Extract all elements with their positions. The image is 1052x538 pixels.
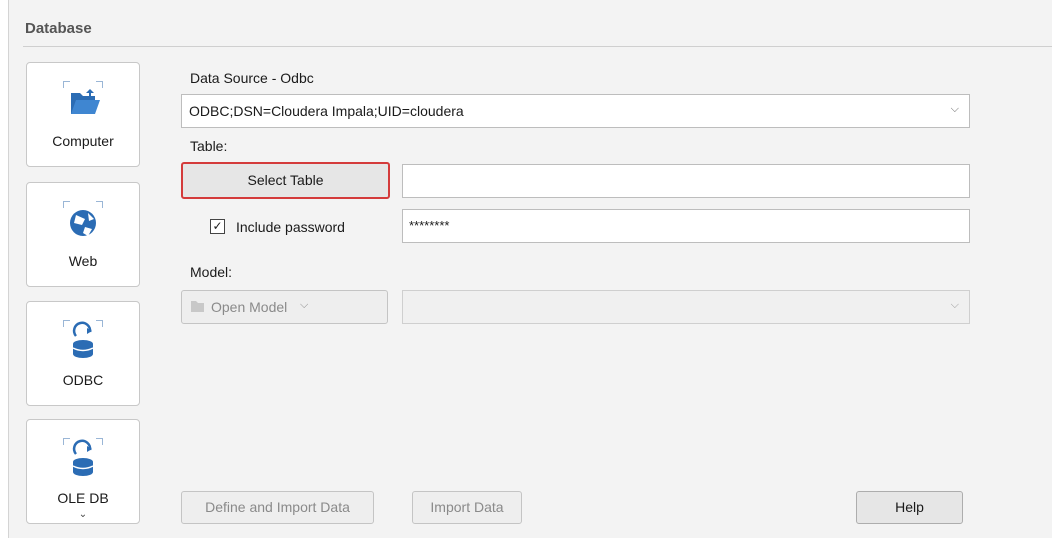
table-label: Table:	[190, 138, 228, 154]
chevron-down-icon: ⌵	[300, 299, 309, 311]
database-panel: Database Computer Web ODBC OLE DB ⌄ Data…	[8, 0, 1052, 538]
source-oledb-button[interactable]: OLE DB ⌄	[26, 419, 140, 524]
model-select[interactable]: ⌵	[402, 290, 970, 324]
source-computer-button[interactable]: Computer	[26, 62, 140, 167]
database-refresh-icon	[63, 320, 103, 360]
chevron-down-icon: ⌵	[950, 299, 959, 311]
source-oledb-label: OLE DB	[57, 490, 109, 506]
source-computer-label: Computer	[52, 133, 114, 149]
data-source-value: ODBC;DSN=Cloudera Impala;UID=cloudera	[189, 103, 464, 119]
database-refresh-icon	[63, 438, 103, 478]
source-web-button[interactable]: Web	[26, 182, 140, 287]
source-web-label: Web	[68, 253, 98, 269]
source-odbc-button[interactable]: ODBC	[26, 301, 140, 406]
folder-open-icon	[63, 81, 103, 121]
open-file-icon	[190, 299, 206, 313]
password-value: ********	[409, 218, 450, 233]
open-model-button[interactable]: Open Model ⌵	[181, 290, 388, 324]
chevron-down-icon[interactable]: ⌄	[27, 509, 139, 520]
include-password-checkbox[interactable]: ✓	[210, 219, 225, 234]
globe-icon	[63, 201, 103, 241]
help-button[interactable]: Help	[856, 491, 963, 524]
source-odbc-label: ODBC	[62, 372, 104, 388]
chevron-down-icon: ⌵	[950, 103, 959, 115]
section-divider	[23, 46, 1052, 47]
define-and-import-button[interactable]: Define and Import Data	[181, 491, 374, 524]
table-input[interactable]	[402, 164, 970, 198]
data-source-label: Data Source - Odbc	[190, 70, 314, 86]
section-title: Database	[25, 20, 92, 37]
model-label: Model:	[190, 264, 233, 280]
open-model-label: Open Model	[211, 299, 288, 315]
select-table-button[interactable]: Select Table	[181, 162, 390, 199]
password-input[interactable]: ********	[402, 209, 970, 243]
include-password-label: Include password	[236, 219, 345, 235]
import-data-button[interactable]: Import Data	[412, 491, 522, 524]
data-source-select[interactable]: ODBC;DSN=Cloudera Impala;UID=cloudera ⌵	[181, 94, 970, 128]
